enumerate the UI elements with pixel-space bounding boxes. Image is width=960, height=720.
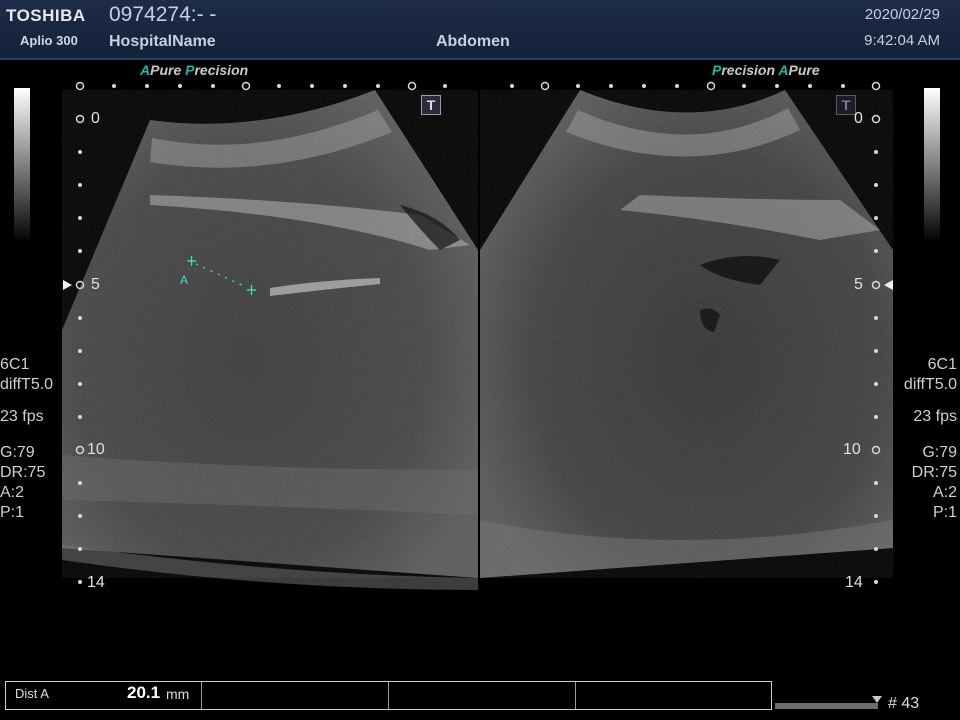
t-mark-left-icon[interactable]: T bbox=[421, 95, 441, 115]
mode-label: diffT5.0 bbox=[903, 376, 957, 393]
a-value: A:2 bbox=[0, 484, 25, 501]
left-ultrasound-image bbox=[62, 90, 478, 590]
grayscale-bar-left bbox=[14, 88, 30, 243]
p-value: P:1 bbox=[0, 504, 25, 521]
right-parameters: 6C1 diffT5.0 23 fps G:79 DR:75 A:2 P:1 bbox=[904, 355, 957, 523]
image-label-left: APure Precision bbox=[140, 62, 249, 78]
measurement-cell-empty bbox=[576, 682, 771, 709]
focus-marker-left-icon[interactable] bbox=[63, 280, 72, 290]
ultrasound-dual-view bbox=[62, 81, 893, 590]
depth-label-0-left: 0 bbox=[91, 110, 100, 127]
grayscale-bar-right bbox=[924, 88, 940, 243]
measurement-name: Dist A bbox=[15, 686, 49, 701]
dynamic-range: DR:75 bbox=[0, 464, 46, 481]
left-parameters: 6C1 diffT5.0 23 fps G:79 DR:75 A:2 P:1 bbox=[0, 355, 53, 523]
a-value: A:2 bbox=[932, 484, 957, 501]
depth-label-5-right: 5 bbox=[854, 276, 863, 293]
dynamic-range: DR:75 bbox=[911, 464, 957, 481]
p-value: P:1 bbox=[932, 504, 957, 521]
gain-value: G:79 bbox=[0, 444, 35, 461]
measurement-unit: mm bbox=[166, 686, 190, 702]
t-mark-right-icon[interactable]: T bbox=[836, 95, 856, 115]
measurement-cell-empty bbox=[389, 682, 576, 709]
depth-label-0-right: 0 bbox=[854, 110, 863, 127]
depth-label-10-left: 10 bbox=[87, 441, 105, 458]
depth-label-14-right: 14 bbox=[845, 574, 863, 591]
depth-label-14-left: 14 bbox=[87, 574, 105, 591]
measurement-value: 20.1 bbox=[127, 683, 161, 702]
depth-label-10-right: 10 bbox=[843, 441, 861, 458]
frame-rate: 23 fps bbox=[0, 408, 44, 425]
gain-value: G:79 bbox=[922, 444, 957, 461]
right-ultrasound-image bbox=[480, 90, 893, 578]
measurement-cell: Dist A 20.1 mm bbox=[6, 682, 202, 709]
depth-label-5-left: 5 bbox=[91, 276, 100, 293]
probe-label: 6C1 bbox=[0, 356, 30, 373]
frame-rate: 23 fps bbox=[913, 408, 957, 425]
caliper-label: A bbox=[180, 273, 189, 287]
image-label-right: Precision APure bbox=[712, 62, 820, 78]
frame-number: # 43 bbox=[888, 695, 920, 712]
cine-marker-icon[interactable] bbox=[872, 696, 882, 704]
cine-progress-bar[interactable] bbox=[775, 703, 878, 709]
measurement-cell-empty bbox=[202, 682, 389, 709]
probe-label: 6C1 bbox=[927, 356, 957, 373]
mode-label: diffT5.0 bbox=[0, 376, 54, 393]
measurement-results: Dist A 20.1 mm bbox=[5, 681, 772, 710]
